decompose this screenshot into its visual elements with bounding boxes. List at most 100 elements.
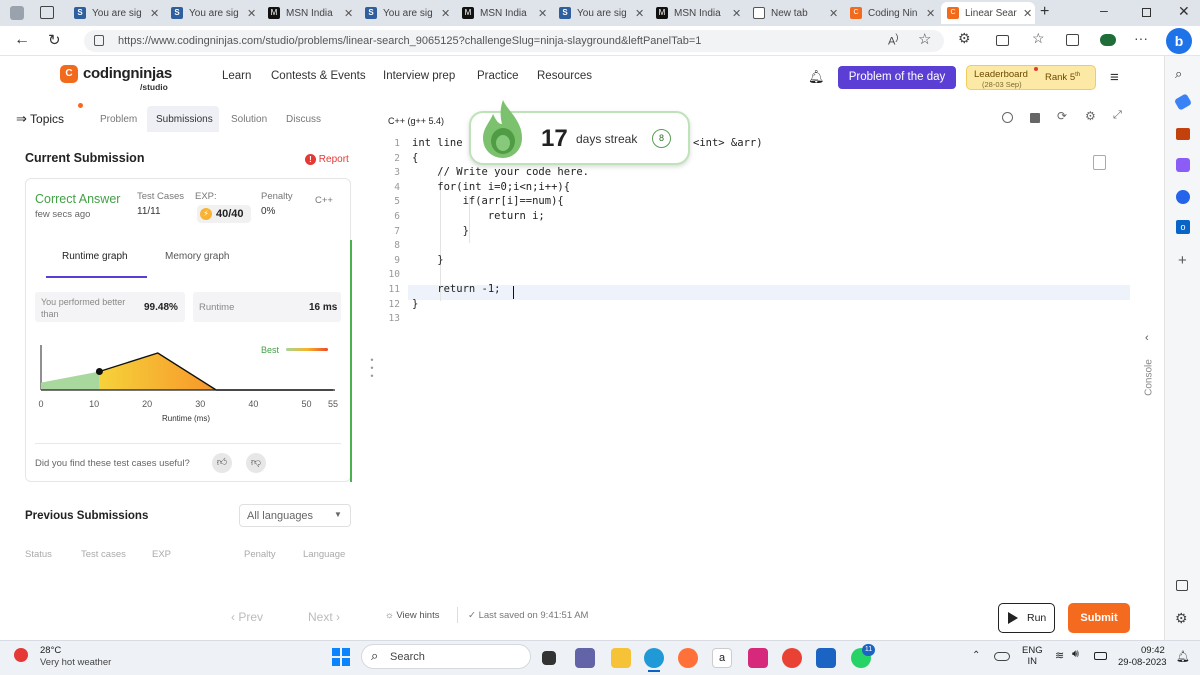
store-icon[interactable] (816, 648, 836, 668)
submit-button[interactable]: Submit (1068, 603, 1130, 633)
close-tab-icon[interactable]: ✕ (247, 7, 256, 20)
nav-learn[interactable]: Learn (222, 70, 251, 82)
battery-icon[interactable] (1094, 652, 1107, 660)
url-field[interactable]: https://www.codingninjas.com/studio/prob… (84, 30, 944, 52)
leaderboard-badge[interactable]: Leaderboard (28-03 Sep) Rank 5th (966, 65, 1096, 90)
more-options-icon[interactable]: ··· (1134, 30, 1148, 46)
taskbar-search[interactable]: ⌕ Search (361, 644, 531, 669)
extensions-icon[interactable]: ⚙ (958, 30, 971, 47)
collections-icon[interactable] (1066, 34, 1079, 46)
hide-sidebar-icon[interactable] (1176, 580, 1188, 591)
restore-button[interactable] (1142, 8, 1151, 17)
browser-tab[interactable]: S You are sig ✕ (165, 2, 259, 24)
input-language[interactable]: ENG IN (1022, 645, 1043, 667)
close-tab-icon[interactable]: ✕ (732, 7, 741, 20)
weather-icon[interactable] (14, 648, 28, 662)
show-hidden-icons[interactable]: ⌃ (972, 650, 980, 661)
close-tab-icon[interactable]: ✕ (344, 7, 353, 20)
next-page-button[interactable]: Next › (308, 610, 340, 624)
shopping-icon[interactable] (1173, 93, 1193, 111)
save-icon[interactable] (1030, 113, 1040, 123)
task-view-icon[interactable] (542, 651, 556, 665)
notification-bell-icon[interactable]: 🔔︎ (808, 69, 825, 85)
firefox-icon[interactable] (678, 648, 698, 668)
run-button[interactable]: Run (998, 603, 1055, 633)
panel-resize-handle[interactable]: • • • (370, 356, 374, 381)
search-sidebar-icon[interactable]: ⌕ (1175, 66, 1182, 82)
add-sidebar-icon[interactable]: + (1178, 252, 1187, 269)
compiler-select[interactable]: C++ (g++ 5.4) (388, 116, 444, 126)
codingninjas-logo[interactable]: C codingninjas /studio (60, 65, 180, 93)
clock-date[interactable]: 29-08-2023 (1118, 657, 1167, 668)
tab-problem[interactable]: Problem (100, 114, 137, 125)
tab-submissions[interactable]: Submissions (147, 106, 219, 132)
console-toggle[interactable]: Console (1144, 353, 1155, 403)
language-select[interactable]: All languages ▼ (239, 504, 351, 527)
tab-memory-graph[interactable]: Memory graph (165, 251, 229, 262)
browser-tab[interactable]: S You are sig ✕ (553, 2, 647, 24)
split-screen-icon[interactable] (996, 35, 1009, 46)
games-icon[interactable] (1176, 158, 1190, 172)
outlook-icon[interactable]: o (1176, 220, 1190, 234)
browser-tab[interactable]: C Linear Sear ✕ (941, 2, 1035, 24)
thumbs-up-button[interactable]: 👍︎ (212, 453, 232, 473)
reset-icon[interactable]: ⟳ (1057, 109, 1067, 123)
fullscreen-icon[interactable]: ⤢ (1113, 109, 1122, 122)
onedrive-icon[interactable] (994, 652, 1010, 661)
settings-icon[interactable]: ⚙ (1085, 109, 1096, 123)
browser-menu-icon[interactable] (10, 6, 24, 20)
tab-runtime-graph[interactable]: Runtime graph (62, 251, 128, 262)
refresh-icon[interactable]: ↻ (48, 31, 61, 49)
problem-of-the-day-button[interactable]: Problem of the day (838, 66, 956, 89)
nav-practice[interactable]: Practice (477, 70, 519, 82)
windows-start-icon[interactable] (332, 648, 350, 666)
wifi-icon[interactable]: ≋ (1055, 649, 1064, 662)
profile-extension-icon[interactable] (1100, 34, 1116, 46)
edge-taskbar-icon[interactable] (644, 648, 664, 668)
teams-icon[interactable] (575, 648, 595, 668)
thumbs-down-button[interactable]: 👎︎ (246, 453, 266, 473)
new-tab-button[interactable]: + (1040, 3, 1049, 21)
browser-tab[interactable]: M MSN India ✕ (262, 2, 356, 24)
settings-sidebar-icon[interactable]: ⚙ (1175, 610, 1188, 627)
close-tab-icon[interactable]: ✕ (829, 7, 838, 20)
tab-actions-icon[interactable] (40, 6, 54, 19)
close-tab-icon[interactable]: ✕ (150, 7, 159, 20)
tab-discuss[interactable]: Discuss (286, 114, 321, 125)
report-button[interactable]: ! Report (305, 154, 349, 165)
browser-tab[interactable]: M MSN India ✕ (456, 2, 550, 24)
nav-interview-prep[interactable]: Interview prep (383, 70, 455, 82)
close-tab-icon[interactable]: ✕ (538, 7, 547, 20)
console-collapse-icon[interactable]: ‹ (1145, 332, 1149, 344)
hamburger-menu-icon[interactable]: ≡ (1110, 69, 1119, 86)
tools-icon[interactable] (1176, 128, 1190, 140)
close-window-button[interactable]: ✕ (1178, 3, 1190, 20)
nav-resources[interactable]: Resources (537, 70, 592, 82)
bing-copilot-icon[interactable]: b (1166, 28, 1192, 54)
browser-tab[interactable]: New tab ✕ (747, 2, 841, 24)
clock-time[interactable]: 09:42 (1141, 645, 1165, 656)
amazon-icon[interactable]: a (712, 648, 732, 668)
browser-tab[interactable]: S You are sig ✕ (359, 2, 453, 24)
chrome-icon[interactable] (782, 648, 802, 668)
browser-tab[interactable]: C Coding Nin ✕ (844, 2, 938, 24)
volume-icon[interactable]: 🔊︎ (1072, 648, 1079, 661)
file-explorer-icon[interactable] (611, 648, 631, 668)
close-tab-icon[interactable]: ✕ (1023, 7, 1032, 20)
timer-icon[interactable] (1002, 112, 1013, 123)
back-icon[interactable]: ← (14, 31, 30, 49)
favorite-star-icon[interactable]: ☆ (918, 30, 931, 48)
notifications-icon[interactable]: 🔔︎ (1176, 650, 1190, 663)
copy-code-icon[interactable] (1093, 155, 1106, 170)
instagram-icon[interactable] (748, 648, 768, 668)
minimize-button[interactable]: – (1100, 2, 1108, 18)
weather-desc[interactable]: Very hot weather (40, 657, 111, 668)
close-tab-icon[interactable]: ✕ (635, 7, 644, 20)
topics-button[interactable]: ⇒ Topics (16, 111, 64, 127)
weather-temp[interactable]: 28°C (40, 645, 61, 656)
close-tab-icon[interactable]: ✕ (926, 7, 935, 20)
browser-tab[interactable]: M MSN India ✕ (650, 2, 744, 24)
browser-tab[interactable]: S You are sig ✕ (68, 2, 162, 24)
view-hints-button[interactable]: ☼ View hints (385, 610, 440, 621)
read-aloud-icon[interactable]: A) (888, 32, 898, 48)
